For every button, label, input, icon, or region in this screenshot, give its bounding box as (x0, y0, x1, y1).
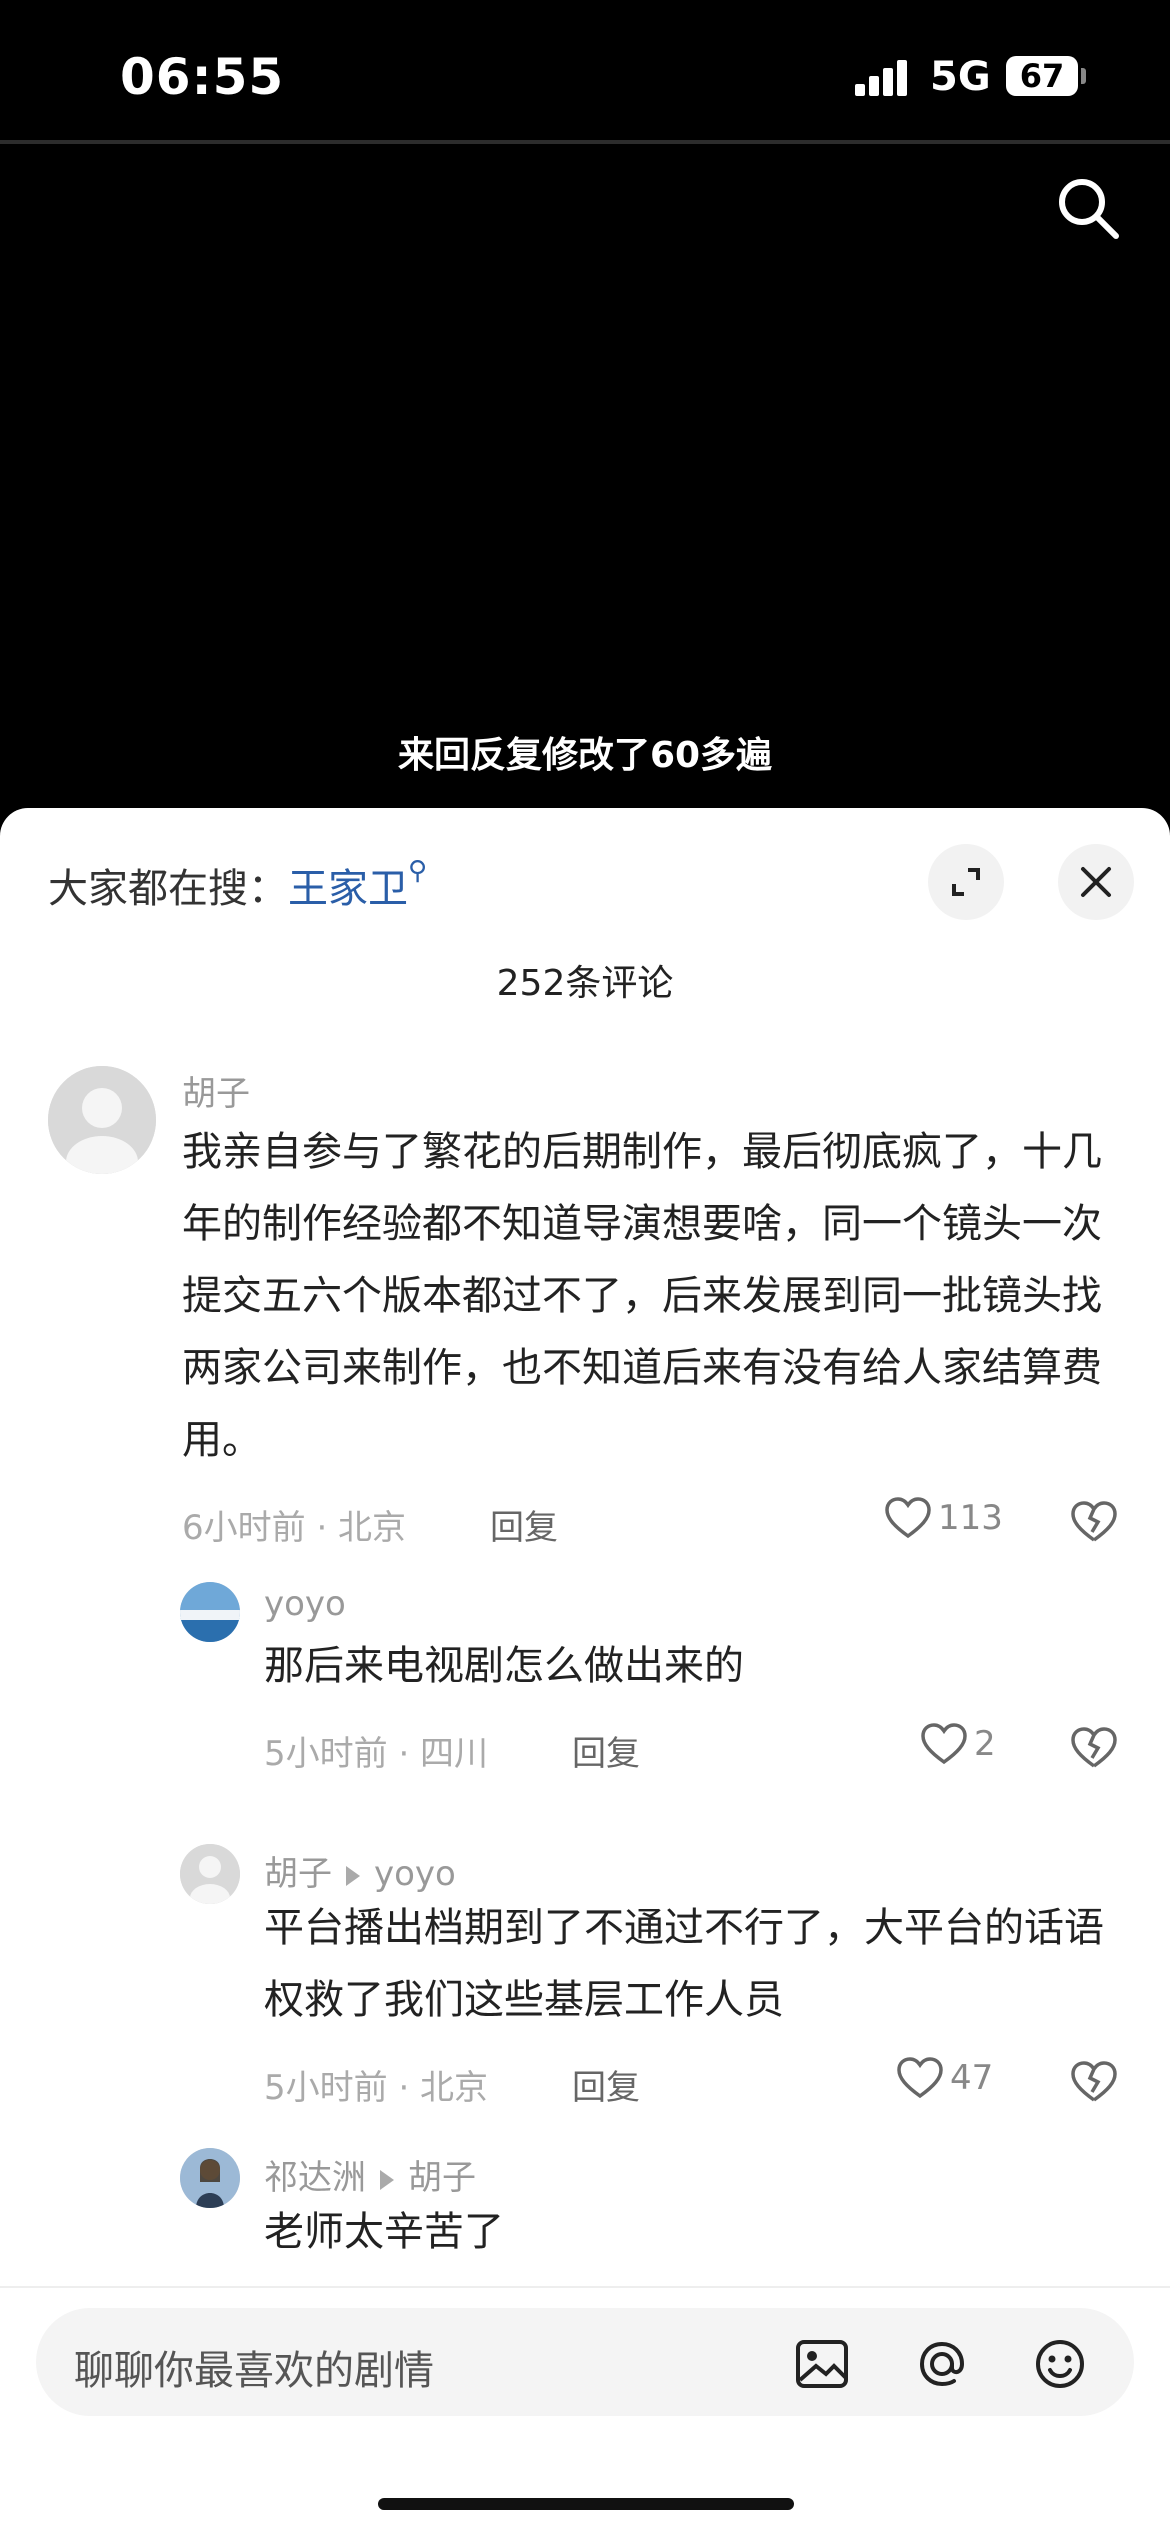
signal-icon (855, 60, 915, 96)
avatar[interactable] (48, 1066, 156, 1174)
broken-heart-icon[interactable] (1070, 1500, 1118, 1544)
home-indicator (378, 2498, 794, 2510)
close-icon (1081, 867, 1111, 897)
comment-username[interactable]: 胡子 (182, 1066, 250, 1115)
expand-icon (952, 868, 980, 896)
comment-meta: 5小时前 · 北京 (264, 2068, 489, 2108)
avatar[interactable] (180, 2148, 240, 2208)
comment-count: 252条评论 (496, 963, 674, 1004)
reply-author[interactable]: 祁达洲 (264, 2158, 366, 2198)
trending-search[interactable]: 大家都在搜：王家卫⚲ (48, 856, 427, 914)
image-icon[interactable] (792, 2334, 852, 2394)
reply-button[interactable]: 回复 (572, 1726, 640, 1775)
reply-arrow-icon (380, 2169, 394, 2190)
trending-keyword[interactable]: 王家卫 (288, 866, 408, 912)
comment-username[interactable]: yoyo (264, 1584, 346, 1624)
comment-text: 我亲自参与了繁花的后期制作，最后彻底疯了，十几年的制作经验都不知道导演想要啥，同… (182, 1129, 1102, 1463)
comment-text: 老师太辛苦了 (264, 2209, 504, 2255)
search-icon[interactable] (1052, 172, 1122, 242)
comment-username[interactable]: 胡子 yoyo (264, 1846, 456, 1895)
reply-target[interactable]: 胡子 (408, 2158, 476, 2198)
comment-username[interactable]: 祁达洲 胡子 (264, 2150, 476, 2199)
like-button[interactable]: 2 (920, 1722, 996, 1766)
comment-text: 那后来电视剧怎么做出来的 (264, 1643, 744, 1689)
video-subtitle: 来回反复修改了60多遍 (397, 735, 773, 776)
comment-meta: 5小时前 · 四川 (264, 1734, 489, 1774)
video-player[interactable] (0, 144, 1170, 810)
like-count: 2 (974, 1724, 996, 1764)
comment-input-bar: 聊聊你最喜欢的剧情 (0, 2286, 1170, 2532)
emoji-icon[interactable] (1030, 2334, 1090, 2394)
like-count: 113 (938, 1498, 1003, 1538)
like-button[interactable]: 113 (884, 1496, 1003, 1540)
reply-button[interactable]: 回复 (490, 1500, 558, 1549)
heart-icon (897, 2057, 943, 2099)
reply-author[interactable]: 胡子 (264, 1854, 332, 1894)
avatar[interactable] (180, 1844, 240, 1904)
at-icon[interactable] (912, 2334, 972, 2394)
battery-icon: 67 (1006, 56, 1078, 96)
network-type: 5G (930, 54, 991, 100)
broken-heart-icon[interactable] (1070, 2060, 1118, 2104)
expand-button[interactable] (928, 844, 1004, 920)
heart-icon (921, 1723, 967, 1765)
comment-sheet: 大家都在搜：王家卫⚲ 252条评论 胡子 我亲自参与了繁花的后期制作，最后彻底疯… (0, 808, 1170, 2532)
status-time: 06:55 (120, 48, 285, 106)
close-button[interactable] (1058, 844, 1134, 920)
trending-prefix: 大家都在搜： (48, 866, 288, 912)
reply-target[interactable]: yoyo (374, 1854, 456, 1894)
comment-input[interactable]: 聊聊你最喜欢的剧情 (36, 2308, 1134, 2416)
battery-tip (1081, 68, 1086, 84)
input-placeholder: 聊聊你最喜欢的剧情 (74, 2348, 434, 2394)
heart-icon (885, 1497, 931, 1539)
reply-button[interactable]: 回复 (572, 2060, 640, 2109)
avatar[interactable] (180, 1582, 240, 1642)
status-bar: 06:55 5G 67 (0, 0, 1170, 140)
broken-heart-icon[interactable] (1070, 1726, 1118, 1770)
comment-meta: 6小时前 · 北京 (182, 1508, 407, 1548)
reply-arrow-icon (346, 1865, 360, 1886)
search-small-icon: ⚲ (408, 856, 428, 886)
comment-text: 平台播出档期到了不通过不行了，大平台的话语权救了我们这些基层工作人员 (264, 1905, 1104, 2023)
like-button[interactable]: 47 (896, 2056, 993, 2100)
like-count: 47 (950, 2058, 994, 2098)
